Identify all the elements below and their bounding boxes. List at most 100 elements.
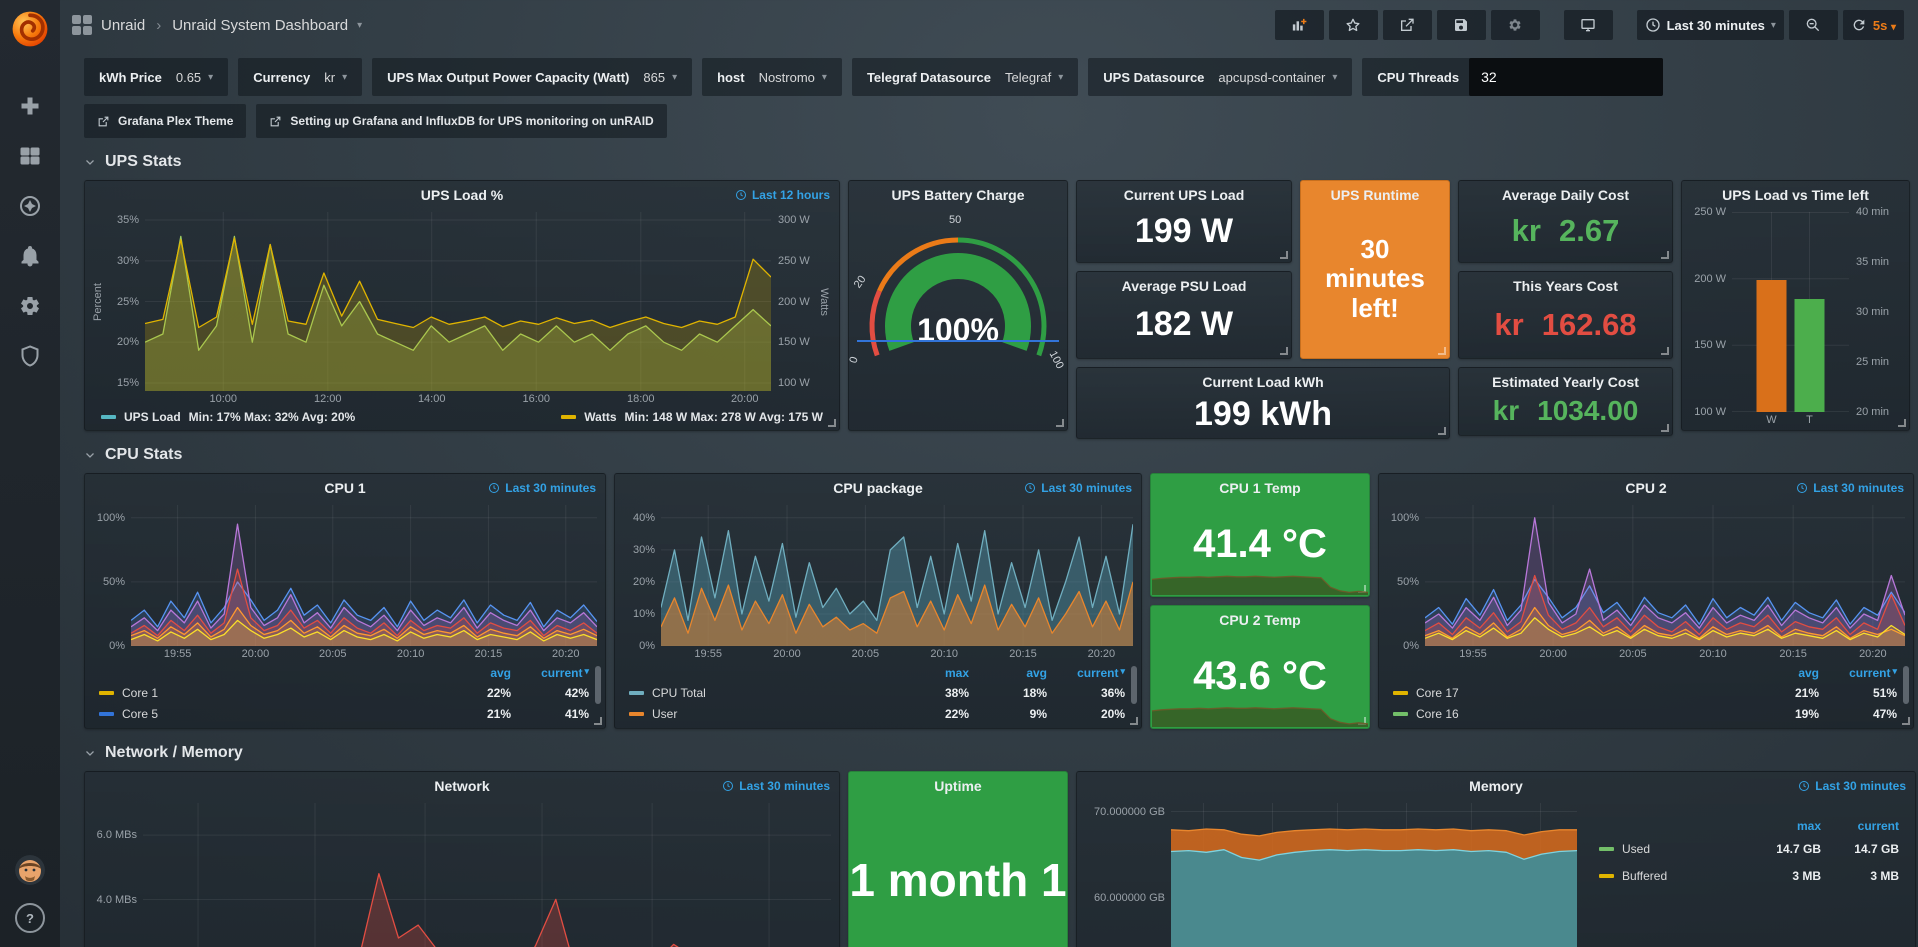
sidebar: ? — [0, 0, 60, 947]
legend-row[interactable]: Core 16 19% 47% — [1393, 703, 1897, 724]
star-button[interactable] — [1329, 10, 1378, 40]
panel-title[interactable]: Average PSU Load — [1077, 272, 1291, 299]
share-button[interactable] — [1383, 10, 1432, 40]
series-label[interactable]: Core 17 — [1393, 686, 1741, 700]
panel-time-range[interactable]: Last 12 hours — [735, 188, 830, 202]
legend-scrollbar[interactable] — [1131, 666, 1137, 704]
series-label[interactable]: User — [629, 707, 891, 721]
panel-time-range[interactable]: Last 30 minutes — [1798, 779, 1906, 793]
variable-dropdown[interactable]: UPS Max Output Power Capacity (Watt) 865… — [372, 58, 692, 96]
series-label[interactable]: Core 1 — [99, 686, 433, 700]
breadcrumb[interactable]: Unraid › Unraid System Dashboard ▾ — [72, 15, 362, 35]
grafana-logo[interactable] — [8, 7, 52, 51]
plus-icon[interactable] — [18, 94, 42, 118]
panel-time-range[interactable]: Last 30 minutes — [1796, 481, 1904, 495]
axis-tick-label: 20:05 — [319, 648, 347, 660]
legend-row[interactable]: Core 17 21% 51% — [1393, 682, 1897, 703]
cpu-package-chart[interactable]: 40%30%20%10%0%19:5520:0020:0520:1020:152… — [615, 501, 1141, 664]
ups-load-chart[interactable]: Percent35%30%25%20%15%300 W250 W200 W150… — [85, 208, 839, 409]
series-label[interactable]: Used — [1599, 842, 1743, 856]
plot-area[interactable] — [145, 212, 771, 391]
section-header-network-memory[interactable]: Network / Memory — [60, 729, 1918, 771]
section-header-ups-stats[interactable]: UPS Stats — [60, 138, 1918, 180]
axis-tick-label: 19:55 — [694, 648, 722, 660]
variable-value[interactable]: 865▾ — [643, 70, 677, 85]
panel-title[interactable]: CPU 2 Temp — [1151, 606, 1369, 633]
network-chart[interactable]: 6.0 MBs4.0 MBs2.0 MBs — [85, 799, 839, 947]
panel-time-range[interactable]: Last 30 minutes — [488, 481, 596, 495]
plot-area[interactable] — [1732, 212, 1849, 412]
section-header-cpu-stats[interactable]: CPU Stats — [60, 431, 1918, 473]
cpu1-chart[interactable]: 100%50%0%19:5520:0020:0520:1020:1520:20 — [85, 501, 605, 664]
legend-scrollbar[interactable] — [595, 666, 601, 704]
legend-item[interactable]: Watts Min: 148 W Max: 278 W Avg: 175 W — [561, 410, 823, 424]
dashboard-title[interactable]: Unraid System Dashboard — [172, 17, 348, 34]
cpu-threads-input[interactable] — [1469, 58, 1663, 96]
dashboard-link[interactable]: Setting up Grafana and InfluxDB for UPS … — [256, 104, 666, 138]
cpu2-chart[interactable]: 100%50%0%19:5520:0020:0520:1020:1520:20 — [1379, 501, 1913, 664]
panel-title[interactable]: UPS Load vs Time left — [1682, 181, 1909, 208]
plot-area[interactable] — [661, 505, 1133, 646]
user-avatar[interactable] — [15, 855, 45, 885]
panel-title[interactable]: Memory — [1077, 772, 1915, 799]
panel-title[interactable]: Average Daily Cost — [1459, 181, 1672, 208]
refresh-interval-label[interactable]: 5s ▾ — [1873, 18, 1896, 33]
series-label[interactable]: Core 16 — [1393, 707, 1741, 721]
refresh-button[interactable]: 5s ▾ — [1843, 10, 1904, 40]
panel-title[interactable]: UPS Load % — [85, 181, 839, 208]
legend-row[interactable]: Core 1 22% 42% — [99, 682, 589, 703]
legend-row[interactable]: CPU Total 38% 18% 36% — [629, 682, 1125, 703]
plot-area[interactable] — [143, 803, 831, 947]
panel-title[interactable]: Current UPS Load — [1077, 181, 1291, 208]
variable-value[interactable]: 0.65▾ — [176, 70, 213, 85]
battery-gauge[interactable]: 100% 02050100 — [849, 208, 1067, 430]
variable-dropdown[interactable]: Telegraf Datasource Telegraf▾ — [852, 58, 1078, 96]
panel-title[interactable]: CPU 1 Temp — [1151, 474, 1369, 501]
variable-dropdown[interactable]: host Nostromo▾ — [702, 58, 842, 96]
series-label[interactable]: Core 5 — [99, 707, 433, 721]
axis-tick-label: 300 W — [778, 214, 810, 226]
tv-mode-button[interactable] — [1564, 10, 1613, 40]
memory-chart[interactable]: 70.000000 GB60.000000 GB50.000000 GB — [1077, 799, 1585, 947]
dashboard-link[interactable]: Grafana Plex Theme — [84, 104, 246, 138]
variable-dropdown[interactable]: Currency kr▾ — [238, 58, 362, 96]
variable-value[interactable]: Nostromo▾ — [759, 70, 827, 85]
time-range-picker[interactable]: Last 30 minutes ▾ — [1637, 10, 1784, 40]
variable-value[interactable]: kr▾ — [324, 70, 347, 85]
legend-item[interactable]: UPS Load Min: 17% Max: 32% Avg: 20% — [101, 410, 355, 424]
panel-title[interactable]: Current Load kWh — [1077, 368, 1449, 395]
explore-compass-icon[interactable] — [18, 194, 42, 218]
plot-area[interactable] — [1171, 803, 1577, 947]
variable-dropdown[interactable]: kWh Price 0.65▾ — [84, 58, 228, 96]
variable-value[interactable]: Telegraf▾ — [1005, 70, 1063, 85]
save-button[interactable] — [1437, 10, 1486, 40]
variable-value[interactable]: apcupsd-container▾ — [1218, 70, 1337, 85]
breadcrumb-app[interactable]: Unraid — [101, 17, 145, 34]
zoom-out-button[interactable] — [1789, 10, 1838, 40]
panel-title[interactable]: UPS Runtime — [1301, 181, 1449, 208]
panel-time-range[interactable]: Last 30 minutes — [1024, 481, 1132, 495]
legend-row[interactable]: Core 5 21% 41% — [99, 703, 589, 724]
configuration-gear-icon[interactable] — [18, 294, 42, 318]
plot-area[interactable] — [131, 505, 597, 646]
variable-dropdown[interactable]: UPS Datasource apcupsd-container▾ — [1088, 58, 1352, 96]
dashboard-settings-button[interactable] — [1491, 10, 1540, 40]
panel-title[interactable]: Estimated Yearly Cost — [1459, 368, 1672, 395]
panel-time-range[interactable]: Last 30 minutes — [722, 779, 830, 793]
ups-load-time-bar-chart[interactable]: 250 W200 W150 W100 W40 min35 min30 min25… — [1682, 208, 1909, 430]
plot-area[interactable] — [1425, 505, 1905, 646]
panel-title[interactable]: Uptime — [849, 772, 1067, 799]
help-icon[interactable]: ? — [15, 903, 45, 933]
panel-title[interactable]: This Years Cost — [1459, 272, 1672, 299]
series-label[interactable]: Buffered — [1599, 869, 1743, 883]
add-panel-button[interactable] — [1275, 10, 1324, 40]
legend-scrollbar[interactable] — [1903, 666, 1909, 704]
dashboards-icon[interactable] — [18, 144, 42, 168]
legend-row[interactable]: Used 14.7 GB 14.7 GB — [1599, 835, 1899, 862]
legend-row[interactable]: User 22% 9% 20% — [629, 703, 1125, 724]
legend-row[interactable]: Buffered 3 MB 3 MB — [1599, 862, 1899, 889]
alerting-bell-icon[interactable] — [18, 244, 42, 268]
series-label[interactable]: CPU Total — [629, 686, 891, 700]
shield-icon[interactable] — [18, 344, 42, 368]
panel-title[interactable]: UPS Battery Charge — [849, 181, 1067, 208]
